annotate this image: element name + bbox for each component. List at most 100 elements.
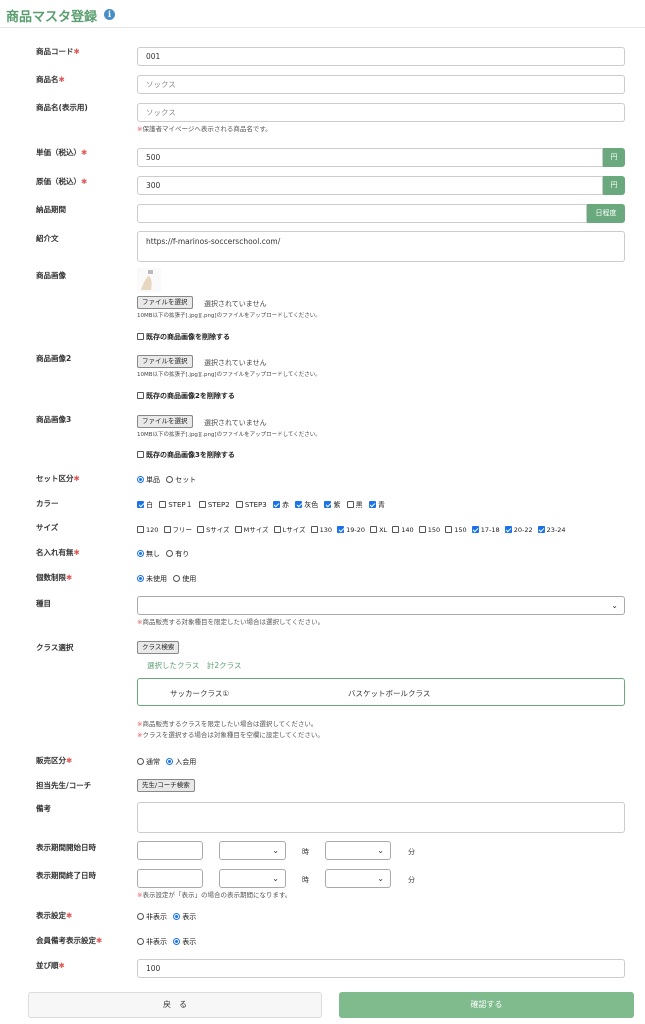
radio-display-shown[interactable]: 表示 — [173, 912, 196, 922]
hour-unit: 時 — [302, 848, 309, 856]
label-member-remarks: 会員備考表示設定✱ — [36, 936, 103, 945]
name-print-options: 無し 有り — [137, 549, 193, 559]
image1-no-file: 選択されていません — [204, 300, 267, 308]
checkbox-size[interactable]: 150 — [418, 525, 440, 534]
checkbox-size[interactable]: Mサイズ — [234, 524, 269, 534]
checkbox-size[interactable]: 130 — [310, 525, 332, 534]
category-select[interactable]: ⌄ — [137, 596, 625, 615]
checkbox-size[interactable]: 19-20 — [337, 525, 365, 534]
code-input[interactable]: 001 — [137, 47, 625, 66]
required-mark: ✱ — [58, 75, 65, 84]
display-end-hour-select[interactable]: ⌄ — [219, 869, 286, 888]
display-name-note: ※保護者マイページへ表示される商品名です。 — [137, 125, 272, 133]
intro-textarea[interactable]: https://f-marinos-soccerschool.com/ — [137, 231, 625, 262]
name-input[interactable]: ソックス — [137, 75, 625, 94]
checkbox-size[interactable]: フリー — [163, 524, 192, 534]
display-start-hour-select[interactable]: ⌄ — [219, 841, 286, 860]
radio-name-print-none[interactable]: 無し — [137, 549, 160, 559]
radio-set-type-set[interactable]: セット — [166, 475, 196, 485]
page-title: 商品マスタ登録 — [6, 10, 98, 25]
image3-file-button[interactable]: ファイルを選択 — [137, 415, 193, 428]
checkbox-color-step2[interactable]: STEP2 — [198, 500, 230, 509]
selected-classes-count: 選択したクラス 計2クラス — [147, 661, 242, 670]
checkbox-size[interactable]: 120 — [137, 525, 158, 534]
product-image-thumbnail — [137, 268, 161, 292]
image2-hint: 10MB以下の拡張子[.jpg][.png]のファイルをアップロードしてください… — [137, 372, 321, 378]
radio-qty-limit-used[interactable]: 使用 — [173, 574, 196, 584]
label-cost: 原価（税込）✱ — [36, 177, 88, 186]
display-start-minute-select[interactable]: ⌄ — [325, 841, 391, 860]
checkbox-color-step1[interactable]: STEP１ — [159, 500, 193, 510]
checkbox-color-step3[interactable]: STEP3 — [235, 500, 267, 509]
info-icon[interactable]: i — [104, 9, 115, 20]
label-sale-type: 販売区分✱ — [36, 756, 73, 765]
chevron-down-icon: ⌄ — [611, 601, 618, 610]
checkbox-size[interactable]: Sサイズ — [197, 524, 230, 534]
class-item[interactable]: バスケットボールクラス — [348, 688, 430, 699]
class-item[interactable]: サッカークラス① — [170, 688, 229, 699]
checkbox-color-blue[interactable]: 青 — [368, 500, 385, 510]
required-mark: ✱ — [66, 756, 73, 765]
checkbox-color-purple[interactable]: 紫 — [324, 500, 340, 510]
radio-sale-type-join[interactable]: 入会用 — [166, 757, 196, 767]
image2-delete-checkbox[interactable]: 既存の商品画像2を削除する — [137, 391, 235, 401]
sort-order-input[interactable]: 100 — [137, 959, 625, 978]
label-size: サイズ — [36, 523, 59, 532]
radio-set-type-single[interactable]: 単品 — [137, 475, 160, 485]
checkbox-color-red[interactable]: 赤 — [272, 500, 289, 510]
label-category: 種目 — [36, 599, 51, 608]
label-display-start: 表示期間開始日時 — [36, 843, 96, 852]
checkbox-color-white[interactable]: 白 — [137, 500, 153, 510]
label-name: 商品名✱ — [36, 75, 65, 84]
cost-input[interactable]: 300 — [137, 176, 603, 195]
display-start-date-input[interactable] — [137, 841, 203, 860]
hour-unit: 時 — [302, 876, 309, 884]
remarks-textarea[interactable] — [137, 802, 625, 833]
checkbox-size[interactable]: 140 — [392, 525, 414, 534]
confirm-button[interactable]: 確認する — [339, 992, 634, 1018]
radio-member-remarks-shown[interactable]: 表示 — [173, 937, 196, 947]
image1-file-button[interactable]: ファイルを選択 — [137, 296, 193, 309]
image2-file-button[interactable]: ファイルを選択 — [137, 355, 193, 368]
image3-no-file: 選択されていません — [204, 419, 267, 427]
delivery-input[interactable] — [137, 204, 587, 223]
radio-display-hidden[interactable]: 非表示 — [137, 912, 167, 922]
radio-member-remarks-hidden[interactable]: 非表示 — [137, 937, 167, 947]
image3-hint: 10MB以下の拡張子[.jpg][.png]のファイルをアップロードしてください… — [137, 432, 321, 438]
radio-name-print-yes[interactable]: 有り — [166, 549, 189, 559]
display-name-input[interactable]: ソックス — [137, 103, 625, 122]
checkbox-size[interactable]: 150 — [445, 525, 467, 534]
required-mark: ✱ — [73, 47, 80, 56]
checkbox-size[interactable]: 23-24 — [537, 525, 566, 534]
required-mark: ✱ — [81, 148, 88, 157]
checkbox-color-black[interactable]: 黒 — [346, 500, 363, 510]
checkbox-size[interactable]: 20-22 — [504, 525, 533, 534]
radio-qty-limit-unused[interactable]: 未使用 — [137, 574, 167, 584]
required-mark: ✱ — [66, 911, 73, 920]
checkbox-size[interactable]: 17-18 — [471, 525, 500, 534]
coach-search-button[interactable]: 先生/コーチ検索 — [137, 779, 195, 792]
cost-yen-addon: 円 — [603, 176, 625, 195]
qty-limit-options: 未使用 使用 — [137, 574, 200, 584]
checkbox-size[interactable]: XL — [370, 525, 387, 534]
checkbox-size[interactable]: Lサイズ — [273, 524, 306, 534]
label-delivery: 納品期間 — [36, 205, 66, 214]
class-search-button[interactable]: クラス検索 — [137, 641, 180, 654]
label-sort-order: 並び順✱ — [36, 961, 65, 970]
price-input[interactable]: 500 — [137, 148, 603, 167]
display-end-date-input[interactable] — [137, 869, 203, 888]
label-name-print: 名入れ有無✱ — [36, 548, 80, 557]
label-code: 商品コード✱ — [36, 47, 80, 56]
label-set-type: セット区分✱ — [36, 474, 80, 483]
image1-delete-checkbox[interactable]: 既存の商品画像を削除する — [137, 332, 230, 342]
required-mark: ✱ — [81, 177, 88, 186]
chevron-down-icon: ⌄ — [377, 846, 384, 855]
radio-sale-type-normal[interactable]: 通常 — [137, 757, 160, 767]
selected-classes-box: サッカークラス① バスケットボールクラス — [137, 678, 625, 706]
required-mark: ✱ — [66, 573, 73, 582]
checkbox-color-gray[interactable]: 灰色 — [295, 500, 318, 510]
back-button[interactable]: 戻 る — [28, 992, 322, 1018]
image3-delete-checkbox[interactable]: 既存の商品画像3を削除する — [137, 450, 235, 460]
minute-unit: 分 — [408, 876, 415, 884]
display-end-minute-select[interactable]: ⌄ — [325, 869, 391, 888]
